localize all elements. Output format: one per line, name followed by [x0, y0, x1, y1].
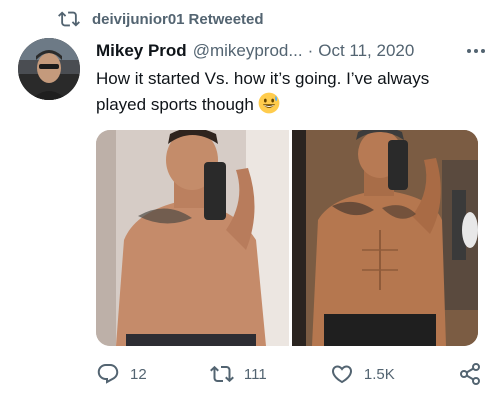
tweet-media[interactable] [96, 130, 478, 346]
retweeter-name[interactable]: deivijunior01 [92, 11, 185, 28]
retweet-context[interactable]: deivijunior01 Retweeted [58, 8, 264, 30]
heart-icon [331, 365, 352, 384]
avatar[interactable] [18, 38, 80, 100]
more-options-icon [467, 49, 485, 53]
author-display-name[interactable]: Mikey Prod [96, 41, 187, 61]
reply-count: 12 [130, 365, 147, 383]
like-count: 1.5K [363, 365, 395, 383]
author-handle[interactable]: @mikeyprod... [193, 41, 303, 61]
photo-how-it-started[interactable] [96, 130, 289, 346]
tweet-date[interactable]: Oct 11, 2020 [318, 41, 414, 61]
retweet-count: 111 [243, 365, 267, 383]
retweet-button[interactable]: 111 [209, 362, 267, 386]
header-separator: · [307, 41, 314, 60]
reply-icon [97, 364, 119, 384]
photo-how-its-going[interactable] [292, 130, 478, 346]
avatar-photo [18, 38, 80, 100]
like-button[interactable]: 1.5K [330, 362, 395, 386]
share-icon [459, 363, 480, 385]
tweet-text: How it started Vs. how it’s going. I’ve … [96, 66, 476, 118]
tweet-actions: 12 111 1.5K [96, 362, 482, 386]
retweet-icon [209, 365, 234, 383]
share-button[interactable] [458, 362, 482, 386]
reply-button[interactable]: 12 [96, 362, 147, 386]
tweet-header: Mikey Prod @mikeyprod... · Oct 11, 2020 [96, 40, 484, 62]
grinning-sweat-emoji [258, 92, 280, 114]
more-options-button[interactable] [464, 42, 488, 60]
retweeted-label: Retweeted [188, 10, 264, 28]
retweet-icon [58, 11, 80, 27]
